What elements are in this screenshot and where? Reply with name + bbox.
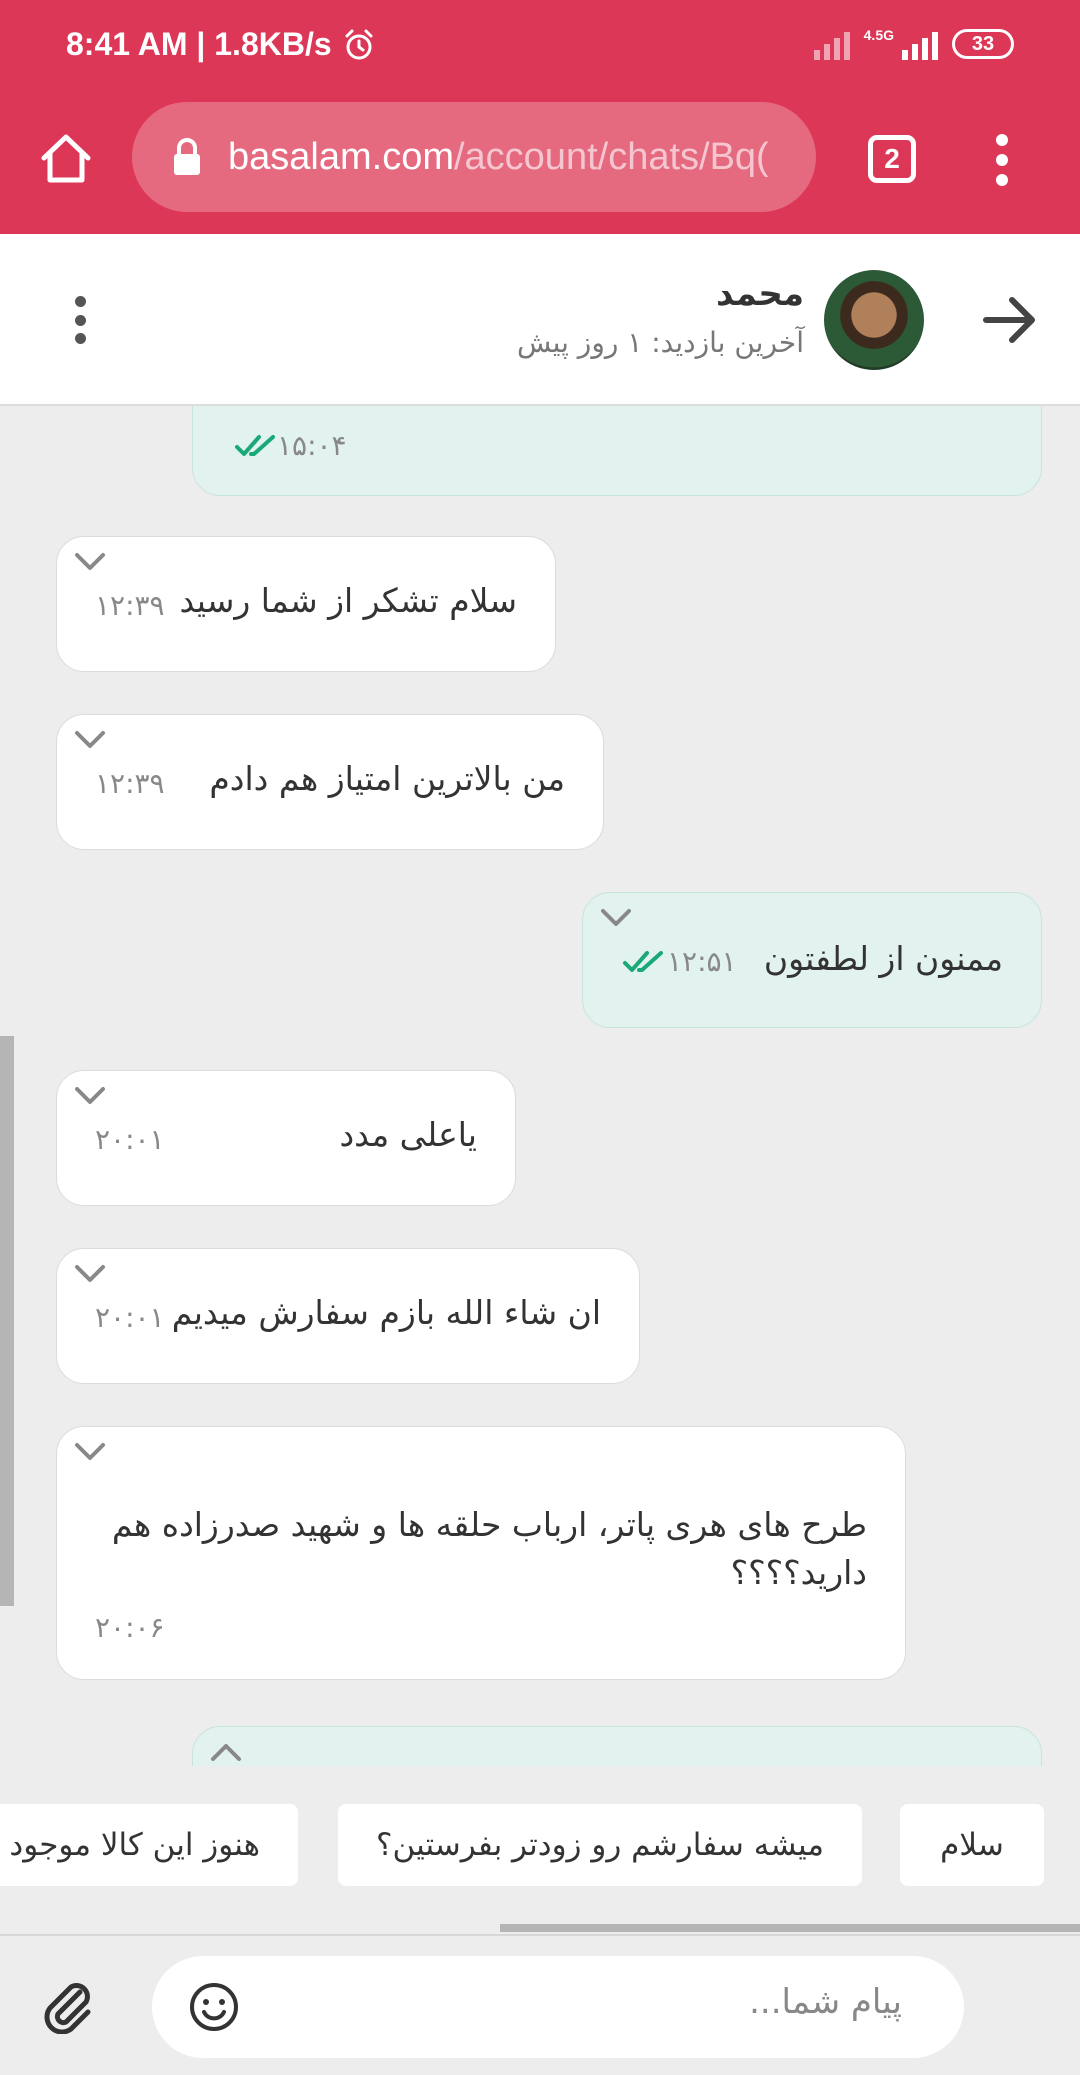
read-ticks-icon [623, 951, 663, 972]
chevron-down-icon[interactable] [73, 1263, 107, 1285]
url-text: basalam.com/account/chats/Bq( [228, 136, 769, 179]
message-text: ان شاء الله بازم سفارش میدیم [171, 1293, 601, 1332]
home-icon[interactable] [36, 128, 96, 188]
quick-reply-chip[interactable]: میشه سفارشم رو زودتر بفرستین؟ [338, 1804, 862, 1886]
message-incoming[interactable]: یاعلی مدد ۲۰:۰۱ [56, 1070, 516, 1206]
url-bar[interactable]: basalam.com/account/chats/Bq( [132, 102, 816, 212]
status-left: 8:41 AM | 1.8KB/s [66, 26, 376, 63]
paperclip-icon[interactable] [40, 1978, 96, 2034]
message-text: سلام تشکر از شما رسید [179, 581, 517, 620]
message-time: ۱۲:۳۹ [95, 767, 165, 800]
message-outgoing[interactable]: ممنون از لطفتون ۱۲:۵۱ [582, 892, 1042, 1028]
chevron-down-icon[interactable] [73, 1441, 107, 1463]
message-time: ۱۵:۰۴ [277, 429, 347, 462]
message-incoming[interactable]: ان شاء الله بازم سفارش میدیم ۲۰:۰۱ [56, 1248, 640, 1384]
battery-icon: 33 [952, 29, 1014, 59]
message-input[interactable]: پیام شما... [152, 1956, 964, 2058]
chevron-down-icon[interactable] [599, 907, 633, 929]
network-type-label: 4.5G [863, 27, 894, 43]
message-text: یاعلی مدد [339, 1115, 477, 1154]
message-incoming[interactable]: من بالاترین امتیاز هم دادم ۱۲:۳۹ [56, 714, 604, 850]
emoji-icon[interactable] [188, 1981, 240, 2033]
avatar[interactable] [824, 270, 924, 370]
chat-header: محمد آخرین بازدید: ۱ روز پیش [0, 234, 1080, 406]
status-bar: 8:41 AM | 1.8KB/s 4.5G 33 [0, 0, 1080, 100]
signal-strong-icon [902, 28, 938, 60]
message-outgoing[interactable]: ۱۵:۰۴ [192, 406, 1042, 496]
message-incoming[interactable]: طرح های هری پاتر، ارباب حلقه ها و شهید ص… [56, 1426, 906, 1680]
tab-switcher-button[interactable]: 2 [868, 135, 916, 183]
browser-toolbar: basalam.com/account/chats/Bq( 2 [0, 100, 1080, 234]
chevron-down-icon[interactable] [73, 551, 107, 573]
message-time: ۱۲:۳۹ [95, 589, 165, 622]
message-text: ممنون از لطفتون [763, 939, 1003, 978]
status-time-speed: 8:41 AM | 1.8KB/s [66, 26, 332, 62]
message-time: ۲۰:۰۶ [95, 1611, 165, 1644]
read-ticks-icon [235, 435, 275, 456]
message-composer: پیام شما... [0, 1934, 1080, 2075]
message-outgoing-partial[interactable] [192, 1726, 1042, 1766]
quick-replies: سلام میشه سفارشم رو زودتر بفرستین؟ هنوز … [0, 1766, 1080, 1932]
chevron-up-icon[interactable] [209, 1741, 243, 1763]
scrollbar[interactable] [0, 1036, 14, 1606]
url-host: basalam.com [228, 135, 454, 178]
chevron-down-icon[interactable] [73, 1085, 107, 1107]
contact-last-seen: آخرین بازدید: ۱ روز پیش [516, 326, 804, 359]
message-input-placeholder: پیام شما... [749, 1982, 902, 2022]
url-path: /account/chats/Bq( [453, 135, 769, 178]
message-time: ۲۰:۰۱ [95, 1301, 165, 1334]
message-text: طرح های هری پاتر، ارباب حلقه ها و شهید ص… [111, 1505, 867, 1592]
quick-reply-chip[interactable]: هنوز این کالا موجود [0, 1804, 298, 1886]
chat-options-icon[interactable] [70, 296, 90, 344]
message-incoming[interactable]: سلام تشکر از شما رسید ۱۲:۳۹ [56, 536, 556, 672]
browser-menu-icon[interactable] [990, 130, 1014, 190]
back-arrow-icon[interactable] [980, 290, 1040, 350]
chevron-down-icon[interactable] [73, 729, 107, 751]
quick-replies-scrollbar[interactable] [500, 1924, 1080, 1932]
lock-icon [174, 138, 200, 175]
signal-icon [813, 28, 850, 60]
quick-reply-chip[interactable]: سلام [900, 1804, 1044, 1886]
status-right: 4.5G 33 [813, 27, 1014, 60]
message-time: ۲۰:۰۱ [95, 1123, 165, 1156]
message-list[interactable]: ۱۵:۰۴ سلام تشکر از شما رسید ۱۲:۳۹ من بال… [0, 406, 1080, 1766]
message-time: ۱۲:۵۱ [667, 945, 737, 978]
alarm-icon [345, 29, 373, 59]
contact-name: محمد [716, 274, 804, 314]
message-text: من بالاترین امتیاز هم دادم [209, 759, 565, 798]
